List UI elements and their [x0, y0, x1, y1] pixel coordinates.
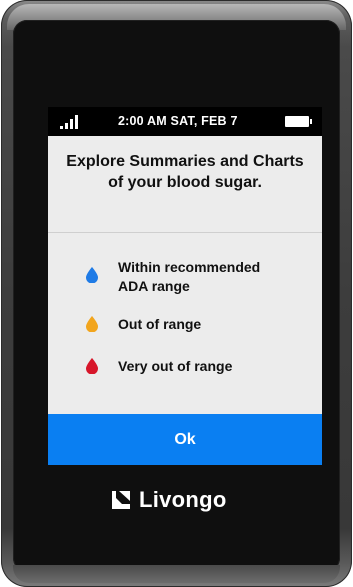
blue-drop-icon: [86, 267, 98, 283]
livongo-logo-icon: [112, 491, 130, 509]
legend-item-very-out-of-range: Very out of range: [48, 347, 322, 387]
brand-logo: Livongo: [111, 486, 227, 514]
brand-name: Livongo: [139, 487, 227, 512]
device-frame: 2:00 AM SAT, FEB 7 Explore Summaries and…: [1, 0, 352, 587]
device-screen: 2:00 AM SAT, FEB 7 Explore Summaries and…: [48, 107, 322, 465]
legend-label: Within recommended ADA range: [118, 258, 308, 296]
signal-bars-icon: [60, 115, 78, 129]
battery-icon: [285, 116, 312, 127]
ok-button[interactable]: Ok: [48, 414, 322, 465]
device-bottom-rim: [13, 565, 340, 583]
legend-label: Very out of range: [118, 358, 233, 374]
orange-drop-icon: [86, 316, 98, 332]
screen-headline: Explore Summaries and Charts of your blo…: [66, 153, 304, 191]
divider: [48, 232, 322, 233]
status-time: 2:00 AM SAT, FEB 7: [118, 114, 238, 128]
red-drop-icon: [86, 358, 98, 374]
legend-label: Out of range: [118, 316, 202, 332]
legend-item-out-of-range: Out of range: [48, 305, 322, 345]
legend-label-line-2: ADA range: [118, 278, 190, 294]
legend-item-within-range: Within recommended ADA range: [48, 255, 322, 295]
status-bar: 2:00 AM SAT, FEB 7: [48, 107, 322, 136]
legend-label-line-1: Within recommended: [118, 259, 261, 275]
